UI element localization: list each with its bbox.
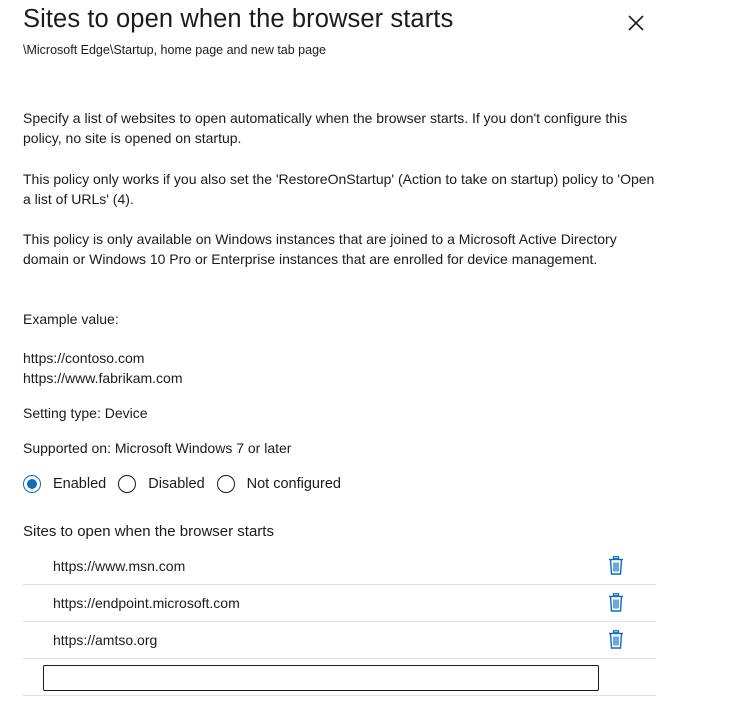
description-paragraph-1: Specify a list of websites to open autom… <box>23 110 628 146</box>
trash-icon[interactable] <box>608 556 624 575</box>
sites-section-title: Sites to open when the browser starts <box>23 523 274 540</box>
sites-list: https://www.msn.com https://endpoint.mic… <box>23 548 656 696</box>
policy-panel: Sites to open when the browser starts \M… <box>0 0 730 711</box>
trash-icon[interactable] <box>608 593 624 612</box>
radio-enabled[interactable]: Enabled <box>23 475 106 493</box>
radio-not-configured-circle[interactable] <box>216 475 235 493</box>
state-radio-group: Enabled Disabled Not configured <box>23 473 353 495</box>
new-site-input[interactable] <box>43 665 599 691</box>
setting-type: Setting type: Device <box>23 405 148 421</box>
radio-disabled[interactable]: Disabled <box>118 475 205 493</box>
example-value-1: https://contoso.com <box>23 350 145 366</box>
breadcrumb: \Microsoft Edge\Startup, home page and n… <box>23 43 326 57</box>
list-item: https://endpoint.microsoft.com <box>23 585 656 622</box>
new-site-row <box>23 659 656 696</box>
close-icon[interactable] <box>626 13 646 33</box>
radio-not-configured-label: Not configured <box>246 476 341 492</box>
site-url: https://www.msn.com <box>53 558 186 574</box>
example-label: Example value: <box>23 311 119 327</box>
supported-on: Supported on: Microsoft Windows 7 or lat… <box>23 440 292 456</box>
radio-not-configured[interactable]: Not configured <box>216 475 341 493</box>
site-url: https://amtso.org <box>53 632 158 648</box>
list-item: https://www.msn.com <box>23 548 656 585</box>
radio-enabled-label: Enabled <box>53 476 107 492</box>
list-item: https://amtso.org <box>23 622 656 659</box>
radio-disabled-circle[interactable] <box>118 475 137 493</box>
trash-icon[interactable] <box>608 630 624 649</box>
site-url: https://endpoint.microsoft.com <box>53 595 240 611</box>
page-title: Sites to open when the browser starts <box>23 5 454 33</box>
description-paragraph-3: This policy is only available on Windows… <box>23 231 617 267</box>
description-paragraph-2: This policy only works if you also set t… <box>23 171 655 207</box>
example-value-2: https://www.fabrikam.com <box>23 370 183 386</box>
radio-disabled-label: Disabled <box>148 476 205 492</box>
radio-selected-dot <box>27 479 37 489</box>
radio-enabled-circle[interactable] <box>23 475 41 493</box>
